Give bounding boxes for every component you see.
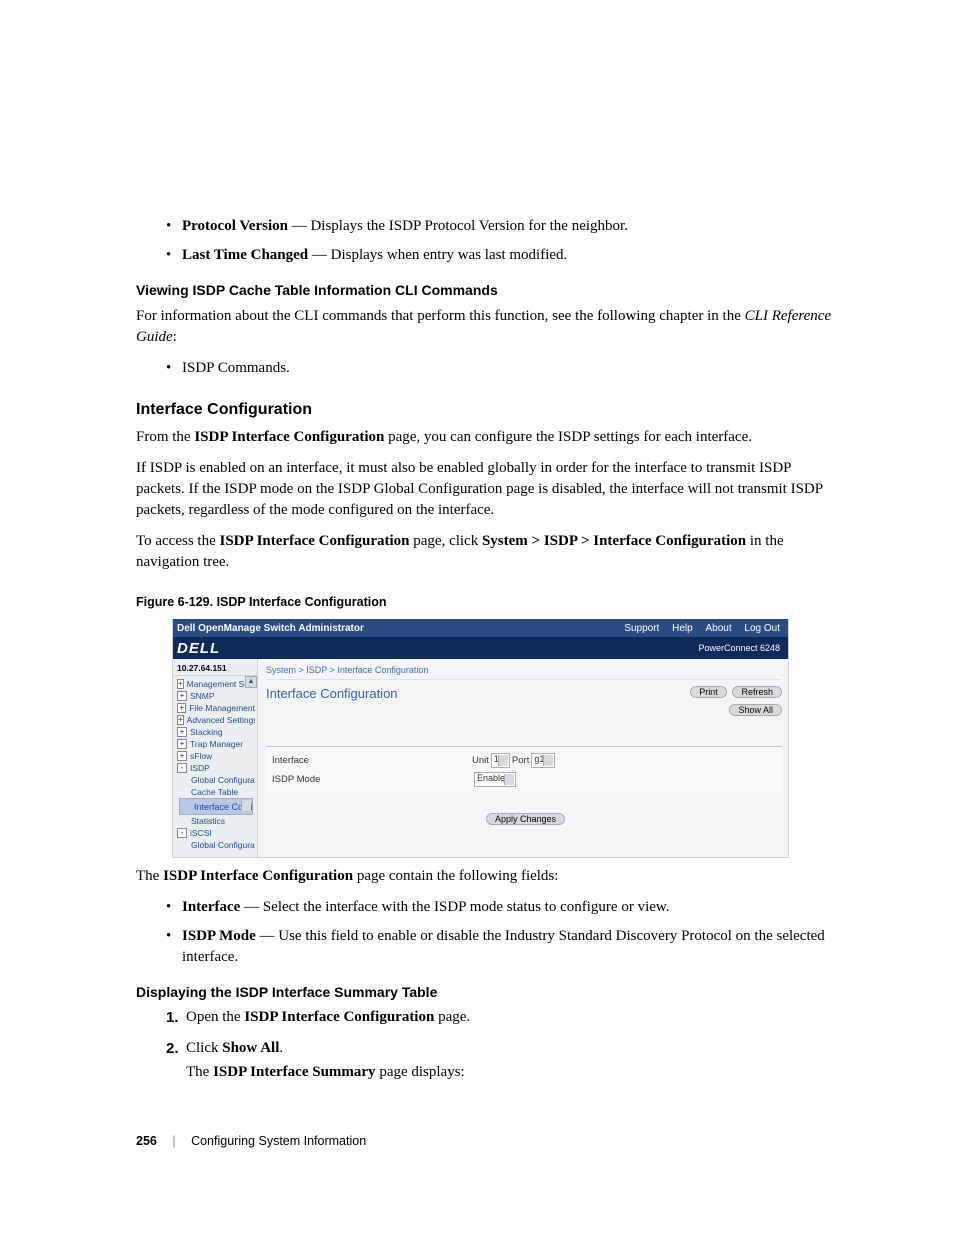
form-row-interface: Interface Unit 1 Port g1 <box>266 751 782 770</box>
bullet-item: Protocol Version — Displays the ISDP Pro… <box>166 216 839 237</box>
app-title: Dell OpenManage Switch Administrator <box>177 623 364 634</box>
paragraph: From the ISDP Interface Configuration pa… <box>136 427 839 448</box>
about-link[interactable]: About <box>705 623 731 634</box>
tree-subitem[interactable]: Global Configurat <box>177 774 255 786</box>
steps-list: Open the ISDP Interface Configuration pa… <box>166 1006 839 1084</box>
collapse-icon[interactable]: - <box>177 763 187 773</box>
mode-select[interactable]: Enable <box>474 772 516 787</box>
paragraph: If ISDP is enabled on an interface, it m… <box>136 458 839 521</box>
footer-separator: | <box>172 1134 175 1148</box>
page-footer: 256 | Configuring System Information <box>136 1134 839 1148</box>
unit-label: Unit <box>472 755 489 766</box>
bullet-desc: — Displays when entry was last modified. <box>308 247 567 263</box>
bullet-item: Interface — Select the interface with th… <box>166 897 839 918</box>
bullet-desc: — Use this field to enable or disable th… <box>182 928 825 965</box>
bullet-term: Protocol Version <box>182 218 288 234</box>
bullet-item: Last Time Changed — Displays when entry … <box>166 245 839 266</box>
tree-subitem[interactable]: Cache Table <box>177 786 255 798</box>
topbar-links: Support Help About Log Out <box>614 623 780 634</box>
tree-item[interactable]: +Management Secur <box>177 678 255 690</box>
breadcrumb: System > ISDP > Interface Configuration <box>266 663 782 680</box>
tree-item[interactable]: +File Management <box>177 702 255 714</box>
cli-paragraph: For information about the CLI commands t… <box>136 306 839 348</box>
bullet-item: ISDP Commands. <box>166 358 839 379</box>
section-heading: Interface Configuration <box>136 401 839 419</box>
show-all-button[interactable]: Show All <box>729 704 782 716</box>
port-label: Port <box>512 755 529 766</box>
bullet-item: ISDP Mode — Use this field to enable or … <box>166 926 839 968</box>
tree-item[interactable]: +Trap Manager <box>177 738 255 750</box>
scroll-up-icon[interactable]: ▲ <box>245 676 257 688</box>
nav-tree: ▲ +Management Secur +SNMP +File Manageme… <box>173 676 257 853</box>
device-model: PowerConnect 6248 <box>698 643 780 653</box>
expand-icon[interactable]: + <box>177 679 184 689</box>
paragraph: The ISDP Interface Configuration page co… <box>136 866 839 887</box>
collapse-icon[interactable]: - <box>177 828 187 838</box>
brand-bar: DELL PowerConnect 6248 <box>173 637 788 659</box>
tree-item[interactable]: +sFlow <box>177 750 255 762</box>
app-title-bar: Dell OpenManage Switch Administrator Sup… <box>173 619 788 637</box>
port-select[interactable]: g1 <box>531 753 555 768</box>
dell-logo: DELL <box>177 640 220 657</box>
step-item: Click Show All. The ISDP Interface Summa… <box>166 1037 839 1084</box>
main-panel: System > ISDP > Interface Configuration … <box>258 659 788 857</box>
help-link[interactable]: Help <box>672 623 693 634</box>
form-panel: Interface Unit 1 Port g1 ISDP Mode Enabl… <box>266 746 782 793</box>
expand-icon[interactable]: + <box>177 715 184 725</box>
page-number: 256 <box>136 1134 157 1148</box>
subheading-summary: Displaying the ISDP Interface Summary Ta… <box>136 984 839 1000</box>
expand-icon[interactable]: + <box>177 727 187 737</box>
bullet-term: Last Time Changed <box>182 247 308 263</box>
fields-bullet-list: Interface — Select the interface with th… <box>166 897 839 968</box>
screenshot-figure: Dell OpenManage Switch Administrator Sup… <box>172 619 789 858</box>
top-bullet-list: Protocol Version — Displays the ISDP Pro… <box>166 216 839 266</box>
tree-subitem-selected[interactable]: Interface Configu <box>179 798 253 815</box>
cli-bullet-list: ISDP Commands. <box>166 358 839 379</box>
expand-icon[interactable]: + <box>177 739 187 749</box>
tree-item[interactable]: -ISDP <box>177 762 255 774</box>
step-item: Open the ISDP Interface Configuration pa… <box>166 1006 839 1029</box>
bullet-term: ISDP Mode <box>182 928 256 944</box>
unit-select[interactable]: 1 <box>491 753 510 768</box>
panel-title: Interface Configuration <box>266 686 398 701</box>
tree-item[interactable]: +Stacking <box>177 726 255 738</box>
expand-icon[interactable]: + <box>177 703 186 713</box>
tree-subitem[interactable]: Global Configurat <box>177 839 255 851</box>
figure-caption: Figure 6-129. ISDP Interface Configurati… <box>136 595 839 609</box>
expand-icon[interactable]: + <box>177 751 187 761</box>
logout-link[interactable]: Log Out <box>744 623 780 634</box>
device-ip: 10.27.64.151 <box>173 661 257 676</box>
bullet-desc: — Select the interface with the ISDP mod… <box>240 899 669 915</box>
apply-changes-button[interactable]: Apply Changes <box>486 813 565 825</box>
bullet-term: Interface <box>182 899 240 915</box>
tree-item[interactable]: +SNMP <box>177 690 255 702</box>
subheading-cli: Viewing ISDP Cache Table Information CLI… <box>136 282 839 298</box>
support-link[interactable]: Support <box>624 623 659 634</box>
tree-item[interactable]: -iSCSI <box>177 827 255 839</box>
field-label: Interface <box>272 755 472 766</box>
field-label: ISDP Mode <box>272 774 472 785</box>
paragraph: To access the ISDP Interface Configurati… <box>136 531 839 573</box>
tree-item[interactable]: +Advanced Settings <box>177 714 255 726</box>
print-button[interactable]: Print <box>690 686 727 698</box>
tree-subitem[interactable]: Statistics <box>177 815 255 827</box>
refresh-button[interactable]: Refresh <box>732 686 782 698</box>
form-row-mode: ISDP Mode Enable <box>266 770 782 789</box>
bullet-desc: — Displays the ISDP Protocol Version for… <box>288 218 628 234</box>
nav-tree-sidebar: 10.27.64.151 ▲ +Management Secur +SNMP +… <box>173 659 258 857</box>
footer-section: Configuring System Information <box>191 1134 366 1148</box>
expand-icon[interactable]: + <box>177 691 187 701</box>
